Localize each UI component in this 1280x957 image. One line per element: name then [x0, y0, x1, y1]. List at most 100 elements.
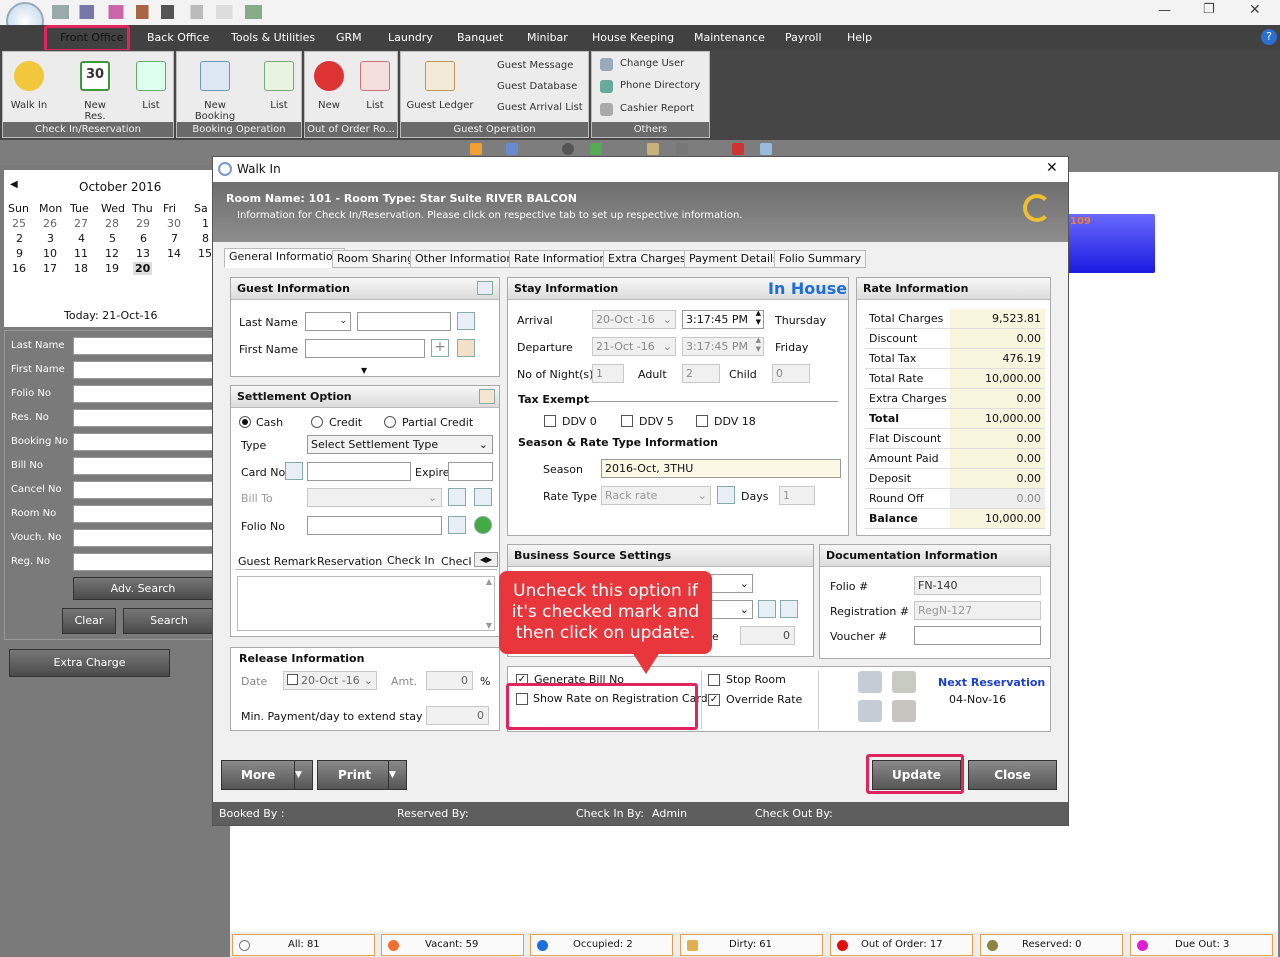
new-ooo-button[interactable]: New: [307, 61, 351, 111]
print-dropdown-icon[interactable]: ▼: [388, 761, 406, 789]
search-input[interactable]: [73, 337, 213, 355]
tab-extra-charges[interactable]: Extra Charges: [603, 250, 691, 268]
status-all[interactable]: All: 81: [232, 934, 375, 956]
credit-radio[interactable]: [311, 416, 323, 428]
adv-search-button[interactable]: Adv. Search: [73, 577, 213, 600]
rate-type-select[interactable]: Rack rate ⌄: [601, 486, 711, 505]
tab-reservation[interactable]: Reservation: [317, 555, 382, 568]
calendar-day[interactable]: 2: [16, 232, 23, 245]
search-input[interactable]: [73, 457, 213, 475]
days-input[interactable]: 1: [779, 486, 815, 505]
view-icon[interactable]: [590, 143, 602, 155]
calendar-day[interactable]: 28: [105, 217, 119, 230]
menu-laundry[interactable]: Laundry: [388, 31, 433, 44]
minimize-icon[interactable]: —: [1158, 3, 1171, 18]
folio-lookup-icon[interactable]: [448, 516, 466, 534]
lookup-icon[interactable]: [457, 312, 475, 330]
quick-toolbar-icons[interactable]: [52, 5, 262, 19]
adult-input[interactable]: 2: [682, 364, 720, 383]
menu-maintenance[interactable]: Maintenance: [694, 31, 765, 44]
card-reader-icon[interactable]: [285, 462, 303, 480]
view-icon[interactable]: [732, 143, 744, 155]
search-input[interactable]: [73, 361, 213, 379]
guest-database-link[interactable]: Guest Database: [497, 81, 577, 92]
search-input[interactable]: [73, 409, 213, 427]
arrival-date-input[interactable]: 20-Oct -16 ⌄: [592, 310, 676, 329]
view-icon[interactable]: [676, 143, 688, 155]
search-input[interactable]: [73, 385, 213, 403]
close-window-icon[interactable]: ✕: [1249, 2, 1261, 18]
calendar-day[interactable]: 29: [136, 217, 150, 230]
guest-arrival-list-link[interactable]: Guest Arrival List: [497, 102, 583, 113]
res-list-button[interactable]: List: [129, 61, 173, 111]
menu-banquet[interactable]: Banquet: [457, 31, 503, 44]
calendar-day[interactable]: 19: [105, 262, 119, 275]
market-select[interactable]: ⌄: [708, 600, 753, 619]
calendar-day[interactable]: 4: [78, 232, 85, 245]
phone-directory-link[interactable]: Phone Directory: [620, 80, 700, 91]
guest-profile-icon[interactable]: [457, 339, 475, 357]
arrival-time-input[interactable]: 3:17:45 PM ▲ ▼: [682, 310, 764, 329]
calendar-today[interactable]: Today: 21-Oct-16: [64, 309, 157, 322]
tab-room-sharing[interactable]: Room Sharing: [332, 250, 420, 268]
edit-guest-icon[interactable]: [892, 671, 916, 693]
calendar-day[interactable]: 20: [133, 262, 153, 275]
scroll-down-icon[interactable]: ▼: [486, 621, 492, 630]
search-input[interactable]: [73, 529, 213, 547]
folio-no-input[interactable]: [307, 516, 442, 535]
status-dirty[interactable]: Dirty: 61: [680, 934, 823, 956]
expire-input[interactable]: [448, 462, 493, 481]
calendar-day[interactable]: 10: [43, 247, 57, 260]
walk-in-button[interactable]: Walk In: [7, 61, 51, 111]
settlement-type-select[interactable]: Select Settlement Type ⌄: [307, 435, 493, 454]
bill-lookup-icon[interactable]: [448, 488, 466, 506]
expand-icon[interactable]: ▼: [361, 366, 367, 375]
remark-textarea[interactable]: ▲ ▼: [237, 576, 495, 631]
help-icon[interactable]: ?: [1261, 29, 1277, 45]
more-button[interactable]: More ▼: [221, 760, 313, 790]
tab-other-information[interactable]: Other Information: [410, 250, 519, 268]
group-guests-icon[interactable]: [858, 671, 882, 693]
ddv5-checkbox[interactable]: [621, 415, 633, 427]
calendar-day[interactable]: 13: [136, 247, 150, 260]
bill-to-select[interactable]: ⌄: [307, 488, 442, 507]
ddv0-checkbox[interactable]: [544, 415, 556, 427]
view-icon[interactable]: [647, 143, 659, 155]
amt-input[interactable]: 0: [426, 671, 473, 690]
ooo-list-button[interactable]: List: [353, 61, 397, 111]
bill-add-icon[interactable]: [474, 488, 492, 506]
calendar-day[interactable]: 17: [43, 262, 57, 275]
release-date-input[interactable]: 20-Oct -16 ⌄: [283, 671, 377, 690]
settlement-icon[interactable]: [479, 389, 495, 404]
menu-tools-utilities[interactable]: Tools & Utilities: [231, 31, 315, 44]
calendar-day[interactable]: 25: [12, 217, 26, 230]
room-tile[interactable]: 109: [1062, 214, 1155, 273]
status-occupied[interactable]: Occupied: 2: [530, 934, 673, 956]
cashier-report-link[interactable]: Cashier Report: [620, 103, 694, 114]
tab-guest-remark[interactable]: Guest Remark: [238, 555, 316, 568]
more-dropdown-icon[interactable]: ▼: [294, 761, 312, 789]
menu-back-office[interactable]: Back Office: [147, 31, 209, 44]
change-user-link[interactable]: Change User: [620, 58, 684, 69]
min-payment-input[interactable]: 0: [426, 706, 489, 725]
calendar-day[interactable]: 3: [47, 232, 54, 245]
tab-scroll-arrows[interactable]: ◀▶: [474, 552, 498, 567]
tab-general-information[interactable]: General Information: [224, 248, 345, 268]
calendar-day[interactable]: 18: [74, 262, 88, 275]
search-input[interactable]: [73, 553, 213, 571]
calendar-day[interactable]: 1: [202, 217, 209, 230]
status-out-of-order[interactable]: Out of Order: 17: [830, 934, 973, 956]
dialog-close-icon[interactable]: ✕: [1046, 160, 1058, 176]
calendar-day[interactable]: 5: [109, 232, 116, 245]
calendar-day[interactable]: 15: [198, 247, 212, 260]
calendar-day[interactable]: 11: [74, 247, 88, 260]
child-input[interactable]: 0: [772, 364, 810, 383]
menu-grm[interactable]: GRM: [336, 31, 362, 44]
prev-month-icon[interactable]: ◀: [10, 179, 18, 190]
guest-document-icon[interactable]: [892, 700, 916, 722]
card-no-input[interactable]: [307, 462, 411, 481]
print-button[interactable]: Print ▼: [317, 760, 407, 790]
status-vacant[interactable]: Vacant: 59: [381, 934, 524, 956]
commission-input[interactable]: 0: [740, 626, 795, 645]
override-rate-checkbox[interactable]: ✓: [708, 694, 720, 706]
